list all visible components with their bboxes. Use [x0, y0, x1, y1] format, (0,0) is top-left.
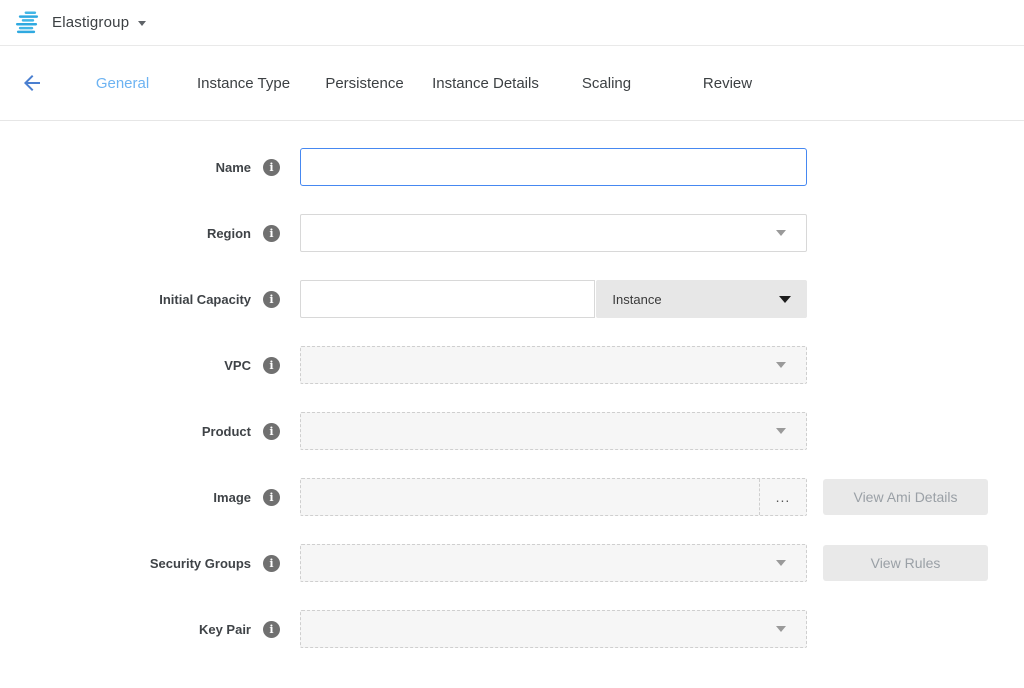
tab-instance-details[interactable]: Instance Details	[425, 75, 546, 92]
app-bar: Elastigroup	[0, 0, 1024, 46]
info-icon[interactable]: i	[263, 225, 280, 242]
key-pair-label: Key Pair	[199, 622, 251, 637]
arrow-left-icon	[20, 71, 44, 95]
image-label: Image	[213, 490, 251, 505]
form-row-product: Product i	[0, 412, 1024, 450]
product-select	[300, 412, 807, 450]
form-row-region: Region i	[0, 214, 1024, 252]
tab-persistence[interactable]: Persistence	[304, 75, 425, 92]
info-icon[interactable]: i	[263, 555, 280, 572]
capacity-unit-select[interactable]: Instance	[596, 280, 807, 318]
info-icon[interactable]: i	[263, 159, 280, 176]
view-ami-details-button: View Ami Details	[823, 479, 988, 515]
image-field: ...	[300, 478, 807, 516]
view-rules-button: View Rules	[823, 545, 988, 581]
chevron-down-icon	[776, 626, 786, 632]
form-row-image: Image i ... View Ami Details	[0, 478, 1024, 516]
region-label: Region	[207, 226, 251, 241]
initial-capacity-input[interactable]	[300, 280, 595, 318]
info-icon[interactable]: i	[263, 621, 280, 638]
image-input	[301, 479, 759, 515]
security-groups-label: Security Groups	[150, 556, 251, 571]
info-icon[interactable]: i	[263, 291, 280, 308]
wizard-tab-bar: General Instance Type Persistence Instan…	[0, 46, 1024, 121]
chevron-down-icon	[776, 362, 786, 368]
wizard-tabs: General Instance Type Persistence Instan…	[62, 75, 788, 92]
tab-general[interactable]: General	[62, 75, 183, 92]
key-pair-select	[300, 610, 807, 648]
product-switcher[interactable]: Elastigroup	[14, 11, 146, 35]
region-select[interactable]	[300, 214, 807, 252]
form-row-key-pair: Key Pair i	[0, 610, 1024, 648]
tab-scaling[interactable]: Scaling	[546, 75, 667, 92]
chevron-down-icon	[138, 21, 146, 26]
form-row-vpc: VPC i	[0, 346, 1024, 384]
tab-instance-type[interactable]: Instance Type	[183, 75, 304, 92]
info-icon[interactable]: i	[263, 423, 280, 440]
vpc-select	[300, 346, 807, 384]
initial-capacity-label: Initial Capacity	[159, 292, 251, 307]
chevron-down-icon	[776, 560, 786, 566]
info-icon[interactable]: i	[263, 357, 280, 374]
name-label: Name	[216, 160, 251, 175]
form-row-initial-capacity: Initial Capacity i Instance	[0, 280, 1024, 318]
security-groups-select	[300, 544, 807, 582]
form-row-name: Name i	[0, 148, 1024, 186]
product-label: Product	[202, 424, 251, 439]
back-button[interactable]	[18, 69, 46, 97]
elastigroup-logo-icon	[14, 11, 41, 35]
tab-review[interactable]: Review	[667, 75, 788, 92]
general-settings-form: Name i Region i Initial Capacity i Insta…	[0, 121, 1024, 648]
name-input[interactable]	[300, 148, 807, 186]
info-icon[interactable]: i	[263, 489, 280, 506]
app-title: Elastigroup	[52, 14, 129, 31]
capacity-unit-value: Instance	[612, 292, 661, 307]
chevron-down-icon	[776, 230, 786, 236]
form-row-security-groups: Security Groups i View Rules	[0, 544, 1024, 582]
image-browse-button: ...	[759, 479, 806, 515]
vpc-label: VPC	[224, 358, 251, 373]
chevron-down-icon	[779, 296, 791, 303]
chevron-down-icon	[776, 428, 786, 434]
